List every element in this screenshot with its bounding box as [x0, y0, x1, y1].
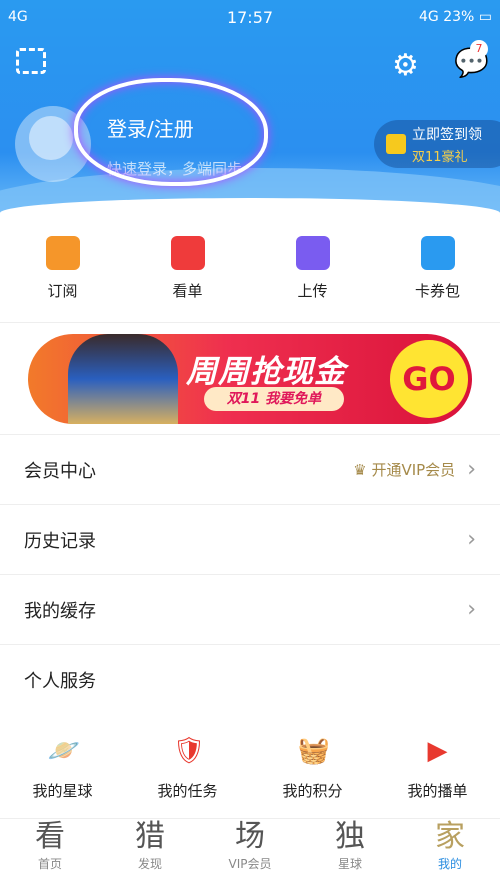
nav-tab[interactable]: 场 VIP会员 — [200, 819, 300, 889]
status-bar: 4G 17:57 4G 23% ▭ — [8, 6, 492, 28]
row-label: 会员中心 — [24, 460, 96, 482]
row-personal-services: 个人服务 — [0, 645, 500, 715]
nav-tab[interactable]: 独星球 — [300, 819, 400, 889]
nav-icon: 猎 — [135, 819, 165, 854]
heart-icon — [170, 236, 205, 270]
gift-icon — [386, 134, 406, 154]
service-item[interactable]: ▶ 我的播单 — [375, 736, 500, 801]
bottom-nav: 看首页猎发现场 VIP会员独星球家我的 — [0, 818, 500, 889]
row-label: 我的缓存 — [24, 600, 96, 622]
service-label: 我的任务 — [157, 782, 218, 800]
banner-title: 周周抢现金 — [186, 354, 346, 390]
go-button[interactable]: GO — [390, 340, 468, 418]
crown-icon: ♛ — [353, 460, 372, 479]
ticket-icon — [420, 236, 455, 270]
row-cache[interactable]: 我的缓存 › — [0, 575, 500, 645]
services: 🪐 我的星球 🛡 我的任务 🧺 我的积分 ▶ 我的播单 — [0, 736, 500, 801]
upload-icon — [295, 236, 330, 270]
quick-label: 卡券包 — [414, 282, 460, 300]
quick-upload[interactable]: 上传 — [250, 232, 375, 301]
gear-icon[interactable]: ⚙ — [392, 48, 419, 83]
nav-icon: 家 — [435, 819, 465, 854]
chevron-right-icon: › — [467, 457, 476, 482]
nav-label: 星球 — [337, 857, 362, 871]
nav-icon: 看 — [35, 819, 65, 854]
row-label: 历史记录 — [24, 530, 96, 552]
service-item[interactable]: 🪐 我的星球 — [0, 736, 125, 801]
quick-actions: 订阅 看单 上传 卡券包 — [0, 232, 500, 301]
promo-banner[interactable]: 周周抢现金 双11 我要免单 GO — [28, 334, 472, 424]
nav-tab[interactable]: 猎发现 — [100, 819, 200, 889]
nav-label: 我的 — [437, 857, 462, 871]
planet-icon: 🪐 — [47, 736, 80, 766]
quick-label: 看单 — [172, 282, 203, 300]
service-label: 我的积分 — [282, 782, 343, 800]
row-vip-center[interactable]: 会员中心 ♛ 开通VIP会员 › — [0, 435, 500, 505]
service-item[interactable]: 🧺 我的积分 — [250, 736, 375, 801]
nav-icon: 独 — [335, 819, 365, 854]
nav-label: VIP会员 — [228, 857, 272, 871]
divider — [0, 322, 500, 323]
row-history[interactable]: 历史记录 › — [0, 505, 500, 575]
quick-label: 上传 — [297, 282, 328, 300]
playlist-icon: ▶ — [427, 736, 448, 766]
quick-subscribe[interactable]: 订阅 — [0, 232, 125, 301]
quick-label: 订阅 — [47, 282, 78, 300]
chevron-right-icon: › — [467, 597, 476, 622]
clock: 17:57 — [226, 7, 274, 27]
service-label: 我的星球 — [32, 782, 93, 800]
nav-tab[interactable]: 看首页 — [0, 819, 100, 889]
subscribe-icon — [45, 236, 80, 270]
signin-text: 立即签到领 — [412, 127, 482, 143]
quick-ticket[interactable]: 卡券包 — [375, 232, 500, 301]
quick-heart[interactable]: 看单 — [125, 232, 250, 301]
chevron-right-icon: › — [467, 527, 476, 552]
banner-subtitle: 双11 我要免单 — [204, 387, 344, 411]
signin-promo: 双11豪礼 — [412, 150, 468, 165]
section-title: 个人服务 — [24, 671, 96, 692]
open-vip-link[interactable]: 开通VIP会员 — [371, 459, 455, 480]
message-badge: 7 — [470, 40, 488, 58]
nav-label: 首页 — [37, 857, 62, 871]
task-icon: 🛡 — [172, 736, 206, 766]
profile-header: 4G 17:57 4G 23% ▭ ⚙ 💬 7 登录/注册 快速登录，多端同步 … — [0, 0, 500, 218]
nav-icon: 场 — [235, 819, 265, 854]
basket-icon: 🧺 — [297, 736, 330, 766]
scan-icon[interactable] — [16, 48, 46, 74]
service-label: 我的播单 — [407, 782, 468, 800]
hand-drawn-circle-annotation — [74, 78, 268, 186]
banner-image — [68, 334, 178, 424]
nav-label: 发现 — [137, 857, 162, 871]
nav-tab[interactable]: 家我的 — [400, 819, 500, 889]
signin-button[interactable]: 立即签到领 双11豪礼 — [374, 120, 500, 168]
service-item[interactable]: 🛡 我的任务 — [125, 736, 250, 801]
